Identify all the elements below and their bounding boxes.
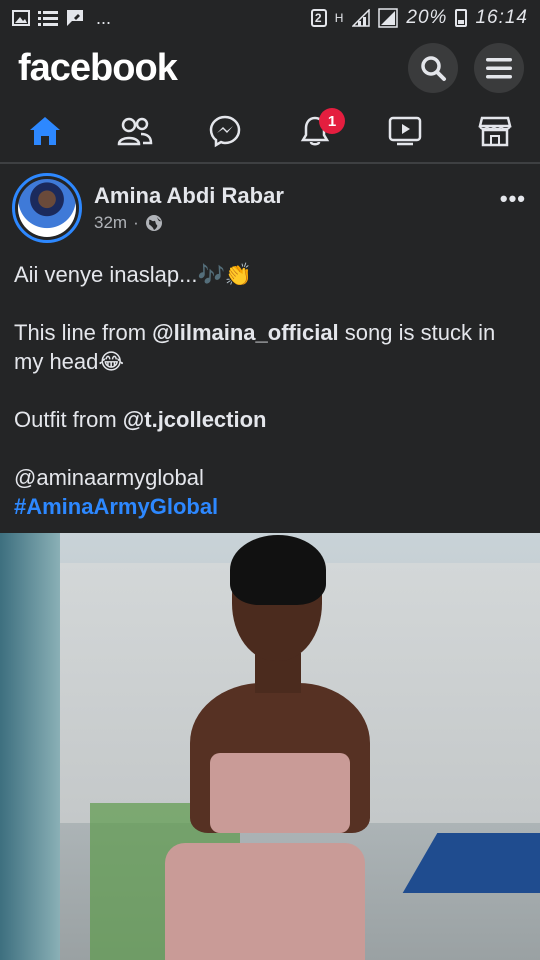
music-clap-emoji: 🎶👏 (197, 262, 253, 287)
photo-subject-skirt (165, 843, 365, 960)
photo-subject (150, 533, 410, 960)
photo-subject-hair (230, 535, 326, 605)
post-subline: 32m · (94, 213, 284, 233)
clock: 16:14 (475, 7, 528, 28)
friends-icon (117, 117, 153, 146)
post-time[interactable]: 32m (94, 213, 127, 233)
feed-post: Amina Abdi Rabar 32m · ••• Aii venye ina… (0, 166, 540, 521)
post-line-4: @aminaarmyglobal (14, 465, 204, 490)
signal-icon-2 (378, 8, 399, 28)
avatar-photo (18, 179, 76, 237)
network-type: H (334, 11, 345, 25)
post-line-3-prefix: Outfit from (14, 407, 123, 432)
globe-icon (145, 215, 162, 231)
list-icon (38, 11, 58, 26)
battery-percent: 20% (406, 7, 448, 28)
image-icon (12, 10, 30, 26)
photo-subject-top (210, 753, 350, 833)
menu-icon (486, 58, 512, 79)
signal-icon (352, 9, 371, 27)
menu-button[interactable] (474, 43, 524, 93)
tab-marketplace[interactable] (465, 106, 525, 156)
post-hashtag-line: #AminaArmyGlobal (14, 492, 526, 521)
photo-background-roof (402, 833, 540, 893)
separator-dot: · (133, 213, 139, 232)
messenger-icon (209, 115, 241, 148)
post-line-1-text: Aii venye inaslap... (14, 262, 198, 287)
post-photo[interactable] (0, 533, 540, 960)
tab-messenger[interactable] (195, 106, 255, 156)
chat-icon (67, 10, 83, 26)
tab-notifications[interactable]: 1 (285, 106, 345, 156)
avatar[interactable] (12, 173, 82, 243)
hashtag-link[interactable]: #AminaArmyGlobal (14, 494, 218, 519)
tab-watch[interactable] (375, 106, 435, 156)
author-name[interactable]: Amina Abdi Rabar (94, 183, 284, 209)
search-button[interactable] (408, 43, 458, 93)
search-icon (421, 56, 446, 81)
header-actions (408, 43, 524, 93)
post-meta: Amina Abdi Rabar 32m · (94, 183, 284, 233)
marketplace-icon (478, 116, 512, 147)
status-left: ... (12, 8, 111, 29)
status-bar: ... 2 H 20% 16:14 (0, 0, 540, 36)
mention-lilmaina[interactable]: @lilmaina_official (152, 320, 339, 345)
watch-icon (388, 116, 422, 146)
post-header: Amina Abdi Rabar 32m · ••• (0, 166, 540, 250)
post-line-1: Aii venye inaslap...🎶👏 (14, 260, 526, 289)
post-more-button[interactable]: ••• (500, 186, 526, 212)
facebook-logo[interactable]: facebook (18, 47, 178, 90)
status-overflow: ... (96, 7, 112, 28)
notification-count-badge: 1 (319, 108, 345, 134)
tab-friends[interactable] (105, 106, 165, 156)
sim-slot-icon: 2 (310, 9, 327, 27)
post-text: Aii venye inaslap...🎶👏 This line from @l… (0, 250, 540, 521)
battery-icon (455, 9, 468, 27)
post-line-2-prefix: This line from (14, 320, 153, 345)
tab-home[interactable] (15, 106, 75, 156)
main-nav: 1 (0, 100, 540, 164)
app-header: facebook (0, 36, 540, 100)
mention-tjcollection[interactable]: @t.jcollection (123, 407, 267, 432)
photo-background-left (0, 533, 60, 960)
post-line-2: This line from @lilmaina_official song i… (14, 318, 526, 376)
post-line-3: Outfit from @t.jcollection (14, 405, 526, 434)
home-icon (30, 117, 60, 145)
status-right: 2 H 20% 16:14 (310, 7, 528, 29)
laughing-emoji: 😂 (98, 349, 125, 374)
